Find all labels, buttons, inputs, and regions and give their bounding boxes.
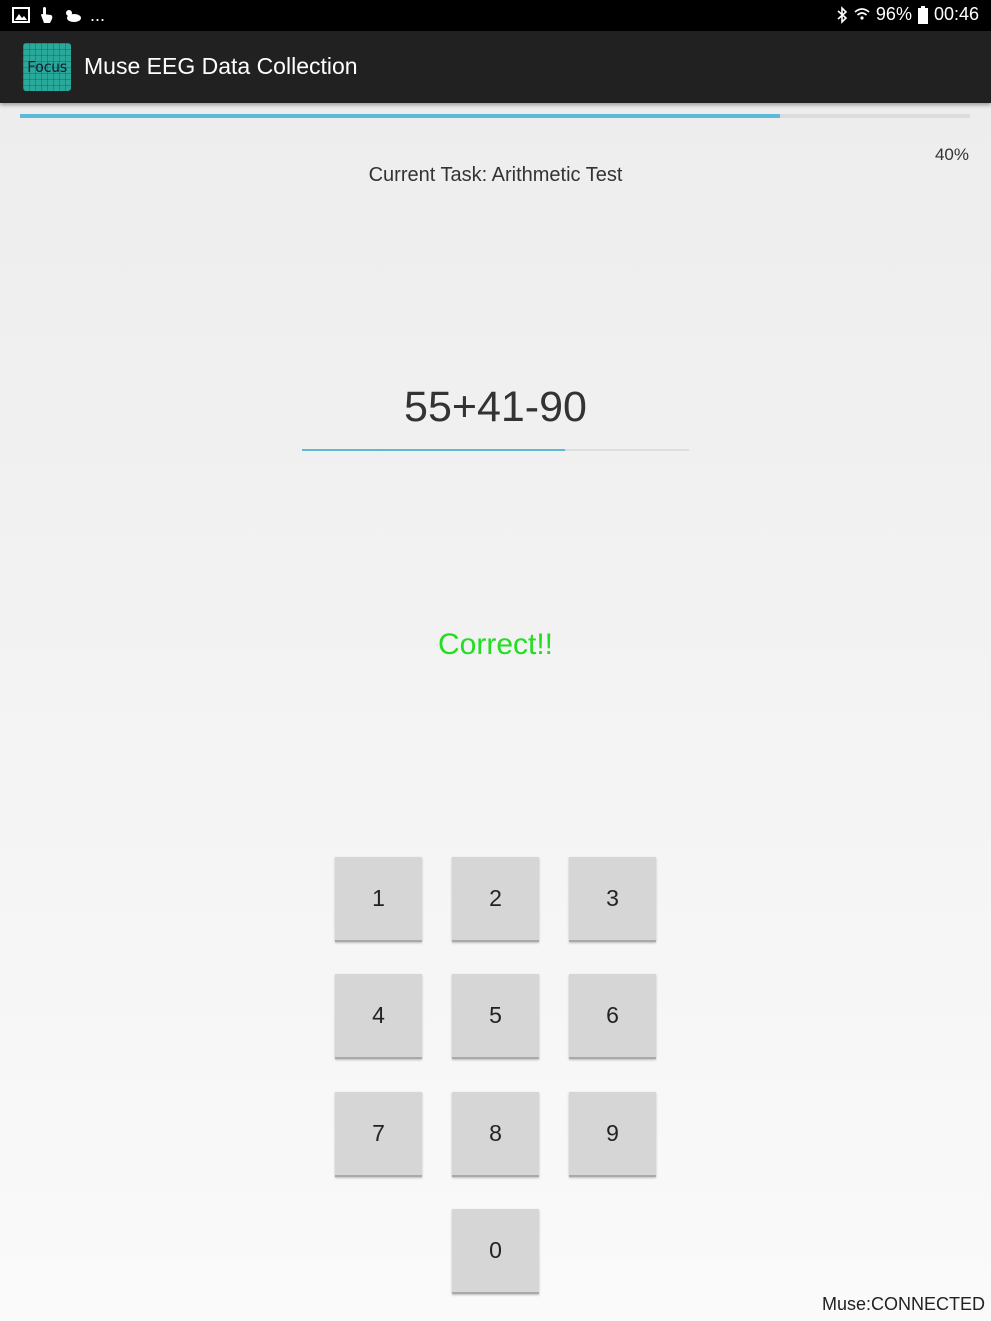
current-task: Current Task: Arithmetic Test [0, 164, 991, 187]
notification-ellipsis: ... [90, 5, 106, 25]
key-4[interactable]: 4 [335, 974, 422, 1059]
feedback-message: Correct!! [437, 628, 554, 661]
app-title: Muse EEG Data Collection [84, 53, 358, 79]
key-1[interactable]: 1 [335, 857, 422, 942]
clock: 00:46 [933, 4, 979, 24]
app-bar: Focus Muse EEG Data Collection [0, 31, 991, 103]
arithmetic-question: 55+41-90 [404, 383, 587, 431]
key-7[interactable]: 7 [335, 1092, 422, 1177]
current-task-prefix: Current Task: [368, 164, 488, 186]
key-6[interactable]: 6 [569, 974, 656, 1059]
muse-state: CONNECTED [870, 1294, 985, 1314]
status-bar-right: 96% 00:46 [836, 4, 979, 25]
status-bar: ... 96% 00:46 [0, 0, 991, 31]
app-logo-text: Focus [26, 58, 68, 76]
weather-icon [66, 10, 81, 22]
current-task-name: Arithmetic Test [491, 164, 623, 186]
touch-icon [41, 7, 53, 23]
task-progress-bar [20, 114, 970, 118]
key-0[interactable]: 0 [452, 1209, 539, 1294]
wifi-icon [854, 7, 870, 20]
muse-connection-status: Muse:CONNECTED [822, 1294, 985, 1315]
app-logo-icon: Focus [23, 43, 71, 91]
image-icon [12, 7, 30, 23]
muse-label: Muse: [821, 1294, 871, 1314]
battery-percent: 96% [875, 4, 912, 24]
bluetooth-icon [837, 5, 848, 24]
key-8[interactable]: 8 [452, 1092, 539, 1177]
battery-icon [917, 5, 928, 24]
key-2[interactable]: 2 [452, 857, 539, 942]
key-9[interactable]: 9 [569, 1092, 656, 1177]
answer-input[interactable] [302, 449, 689, 451]
progress-label: 40% [934, 145, 969, 164]
key-3[interactable]: 3 [569, 857, 656, 942]
answer-input-underline [302, 449, 566, 451]
key-5[interactable]: 5 [452, 974, 539, 1059]
status-bar-left: ... [12, 6, 105, 24]
task-progress-fill [20, 114, 780, 118]
